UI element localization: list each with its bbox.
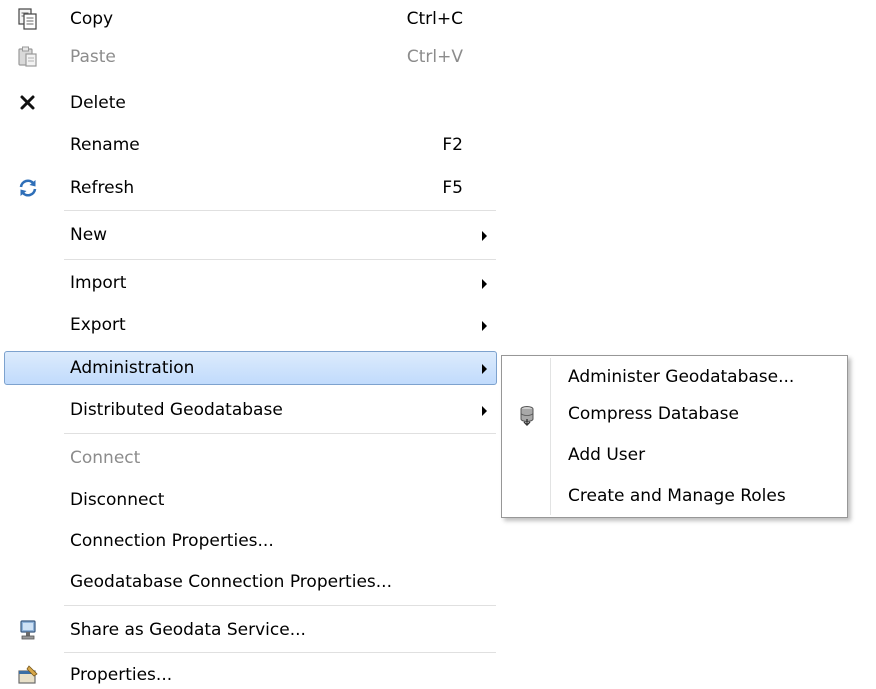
menu-item-label: Connect — [70, 448, 141, 468]
menu-item-label: Administration — [70, 358, 195, 378]
menu-item-export[interactable]: Export — [0, 306, 500, 344]
submenu-item-label: Administer Geodatabase... — [568, 367, 795, 387]
menu-item-label: Share as Geodata Service... — [70, 620, 306, 640]
menu-item-properties[interactable]: Properties... — [0, 656, 500, 689]
menu-item-paste[interactable]: Paste Ctrl+V — [0, 38, 500, 76]
menu-separator — [64, 210, 496, 212]
menu-item-shortcut: F5 — [442, 178, 463, 198]
menu-item-label: Connection Properties... — [70, 531, 274, 551]
menu-item-label: Properties... — [70, 665, 173, 685]
refresh-icon — [17, 177, 39, 199]
submenu-arrow-icon — [482, 279, 487, 289]
menu-separator — [64, 433, 496, 435]
submenu-item-compress-database[interactable]: Compress Database — [502, 396, 847, 433]
menu-item-label: Rename — [70, 135, 140, 155]
menu-item-label: Delete — [70, 93, 126, 113]
menu-item-administration[interactable]: Administration — [0, 349, 500, 387]
copy-icon — [17, 8, 39, 30]
menu-item-connect[interactable]: Connect — [0, 439, 500, 477]
menu-item-label: New — [70, 225, 108, 245]
menu-item-import[interactable]: Import — [0, 264, 500, 302]
menu-item-rename[interactable]: Rename F2 — [0, 126, 500, 164]
menu-item-share-as-geodata-service[interactable]: Share as Geodata Service... — [0, 611, 500, 649]
menu-item-label: Import — [70, 273, 127, 293]
menu-item-copy[interactable]: Copy Ctrl+C — [0, 0, 500, 38]
submenu-item-add-user[interactable]: Add User — [502, 437, 847, 474]
submenu-item-create-and-manage-roles[interactable]: Create and Manage Roles — [502, 478, 847, 515]
submenu-item-label: Add User — [568, 445, 646, 465]
menu-item-shortcut: F2 — [442, 135, 463, 155]
menu-item-disconnect[interactable]: Disconnect — [0, 481, 500, 519]
menu-item-label: Distributed Geodatabase — [70, 400, 283, 420]
submenu-item-label: Create and Manage Roles — [568, 486, 786, 506]
menu-item-label: Geodatabase Connection Properties... — [70, 572, 392, 592]
administration-submenu: Administer Geodatabase... Compress Datab… — [501, 355, 848, 518]
menu-separator — [64, 652, 496, 654]
compress-database-icon — [516, 404, 538, 426]
geodata-service-icon — [17, 619, 39, 641]
menu-item-refresh[interactable]: Refresh F5 — [0, 169, 500, 207]
paste-icon — [17, 46, 39, 68]
menu-item-shortcut: Ctrl+V — [406, 47, 463, 67]
menu-item-label: Export — [70, 315, 126, 335]
menu-item-shortcut: Ctrl+C — [406, 9, 463, 29]
menu-item-geodatabase-connection-properties[interactable]: Geodatabase Connection Properties... — [0, 563, 500, 601]
submenu-item-administer-geodatabase[interactable]: Administer Geodatabase... — [502, 359, 847, 396]
menu-item-delete[interactable]: Delete — [0, 84, 500, 122]
menu-separator — [64, 605, 496, 607]
menu-separator — [64, 259, 496, 261]
submenu-arrow-icon — [482, 406, 487, 416]
submenu-arrow-icon — [482, 364, 487, 374]
submenu-arrow-icon — [482, 321, 487, 331]
menu-item-connection-properties[interactable]: Connection Properties... — [0, 522, 500, 560]
submenu-item-label: Compress Database — [568, 404, 739, 424]
properties-icon — [17, 664, 39, 686]
context-menu: Copy Ctrl+C Paste Ctrl+V Delete Rename F… — [0, 0, 504, 689]
menu-item-distributed-geodatabase[interactable]: Distributed Geodatabase — [0, 391, 500, 429]
submenu-arrow-icon — [482, 231, 487, 241]
menu-item-label: Paste — [70, 47, 116, 67]
delete-icon — [17, 92, 39, 114]
menu-item-new[interactable]: New — [0, 216, 500, 254]
menu-item-label: Copy — [70, 9, 114, 29]
menu-item-label: Disconnect — [70, 490, 165, 510]
menu-item-label: Refresh — [70, 178, 135, 198]
